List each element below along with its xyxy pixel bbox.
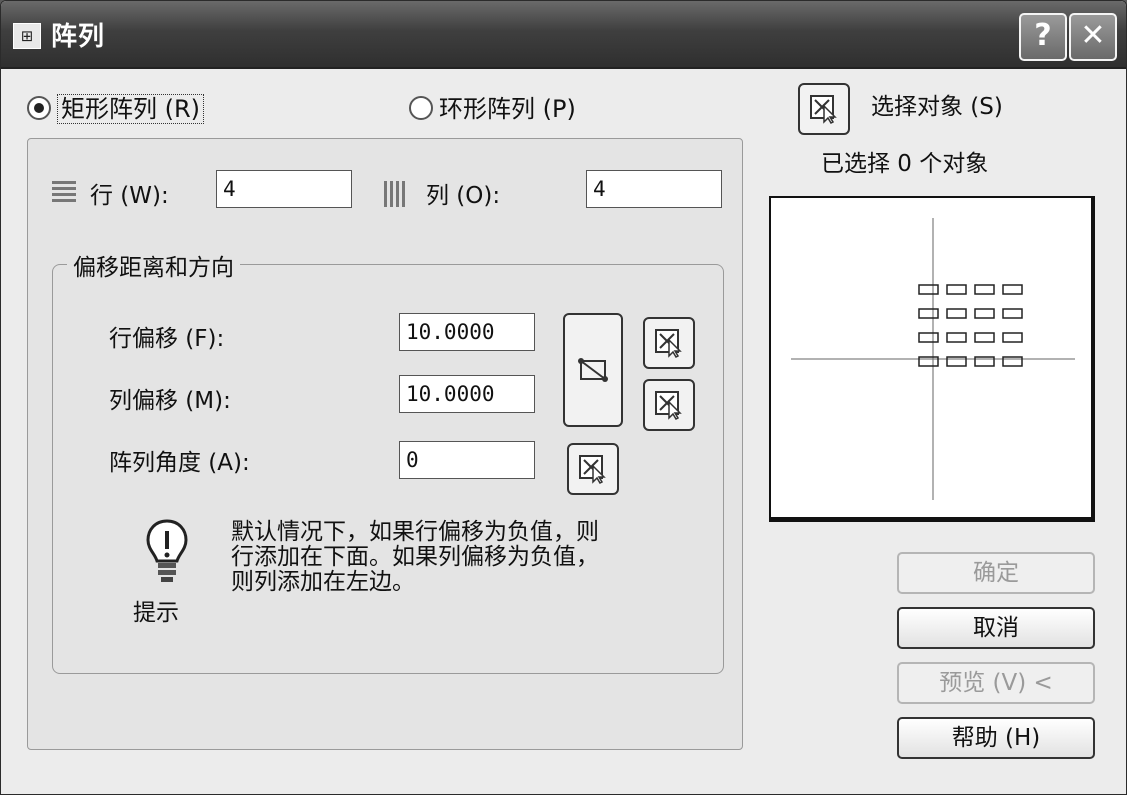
- col-offset-input[interactable]: 10.0000: [399, 375, 535, 413]
- array-preview: [769, 196, 1095, 522]
- tip-line: 则列添加在左边。: [231, 569, 415, 595]
- ok-button[interactable]: 确定: [897, 552, 1095, 594]
- tip-text: 默认情况下，如果行偏移为负值，则 行添加在下面。如果列偏移为负值， 则列添加在左…: [231, 520, 701, 595]
- rows-label: 行 (W):: [90, 183, 169, 209]
- close-icon[interactable]: ✕: [1069, 13, 1117, 61]
- preview-cell: [946, 284, 967, 295]
- radio-dot: [409, 96, 433, 120]
- array-dialog: ⊞ 阵列 ? ✕ 矩形阵列 (R) 环形阵列 (P) 选择对象 (S) 已选择 …: [0, 0, 1127, 795]
- tip-label: 提示: [133, 600, 179, 626]
- pick-angle-button[interactable]: [567, 443, 619, 495]
- row-offset-label: 行偏移 (F):: [109, 326, 225, 352]
- pick-col-offset-button[interactable]: [643, 379, 695, 431]
- col-offset-label: 列偏移 (M):: [109, 388, 231, 414]
- preview-cell: [918, 284, 939, 295]
- preview-cell: [1002, 308, 1023, 319]
- pick-both-offsets-button[interactable]: [563, 313, 623, 427]
- pick-row-offset-button[interactable]: [643, 317, 695, 369]
- dialog-title: 阵列: [51, 22, 106, 52]
- lightbulb-icon: [146, 519, 188, 582]
- preview-cell: [1002, 356, 1023, 367]
- rows-icon: [52, 181, 76, 207]
- preview-cell: [946, 332, 967, 343]
- select-objects-button[interactable]: [798, 83, 850, 135]
- rect-array-panel: 行 (W): 4 列 (O): 4 偏移距离和方向 行偏移 (F): 10.00…: [27, 138, 743, 750]
- pick-both-offsets-icon: [578, 358, 608, 382]
- cancel-button[interactable]: 取消: [897, 607, 1095, 649]
- pick-point-icon: [655, 391, 682, 420]
- help-icon[interactable]: ?: [1019, 13, 1067, 61]
- row-offset-input[interactable]: 10.0000: [399, 313, 535, 351]
- preview-cell: [1002, 284, 1023, 295]
- columns-label: 列 (O):: [426, 183, 501, 209]
- offset-group-title: 偏移距离和方向: [67, 248, 240, 282]
- selection-status: 已选择 0 个对象: [821, 151, 989, 177]
- preview-cell: [974, 308, 995, 319]
- preview-button[interactable]: 预览 (V) <: [897, 662, 1095, 704]
- angle-input[interactable]: 0: [399, 441, 535, 479]
- preview-cell: [946, 308, 967, 319]
- rect-array-label: 矩形阵列 (R): [57, 94, 205, 124]
- preview-cell: [918, 332, 939, 343]
- rect-array-radio[interactable]: 矩形阵列 (R): [27, 89, 205, 124]
- preview-cells: [918, 284, 1023, 367]
- rows-input[interactable]: 4: [216, 170, 352, 208]
- help-button[interactable]: 帮助 (H): [897, 717, 1095, 759]
- select-objects-icon: [810, 95, 837, 124]
- preview-cell: [974, 332, 995, 343]
- select-objects-label: 选择对象 (S): [871, 94, 1003, 120]
- title-bar: ⊞ 阵列 ? ✕: [1, 1, 1126, 69]
- preview-cell: [974, 356, 995, 367]
- array-icon: ⊞: [13, 23, 41, 49]
- columns-icon: [384, 181, 410, 207]
- preview-cell: [974, 284, 995, 295]
- radio-dot: [27, 96, 51, 120]
- tip-line: 默认情况下，如果行偏移为负值，则: [231, 519, 599, 545]
- polar-array-label: 环形阵列 (P): [439, 95, 576, 123]
- preview-cell: [918, 308, 939, 319]
- offset-group: 偏移距离和方向 行偏移 (F): 10.0000 列偏移 (M): 10.000…: [52, 248, 724, 674]
- preview-cell: [1002, 332, 1023, 343]
- tip-line: 行添加在下面。如果列偏移为负值，: [231, 544, 599, 570]
- polar-array-radio[interactable]: 环形阵列 (P): [409, 89, 576, 124]
- preview-cell: [946, 356, 967, 367]
- preview-cell: [918, 356, 939, 367]
- preview-canvas: [791, 218, 1075, 500]
- pick-point-icon: [655, 329, 682, 358]
- columns-input[interactable]: 4: [586, 170, 722, 208]
- angle-label: 阵列角度 (A):: [109, 450, 250, 476]
- pick-point-icon: [579, 455, 606, 484]
